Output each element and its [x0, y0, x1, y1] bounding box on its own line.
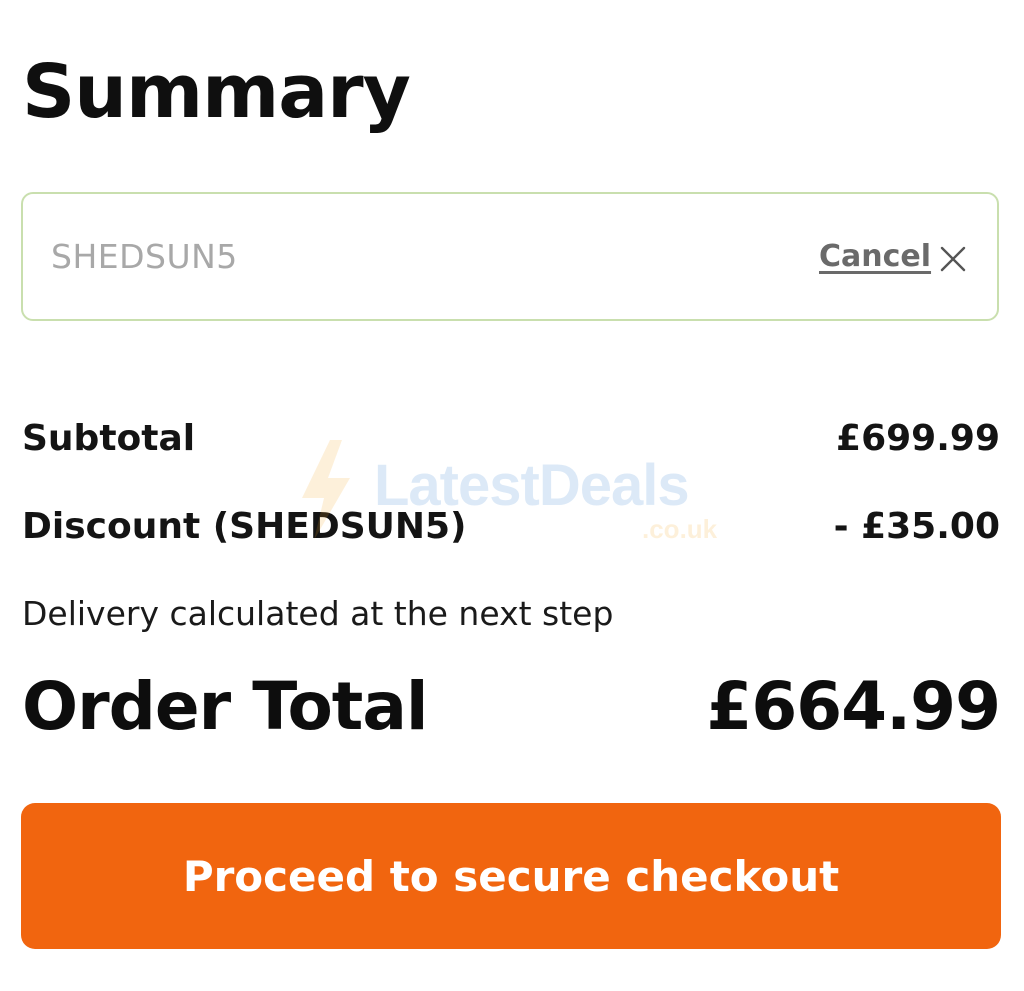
promo-code-field[interactable]: SHEDSUN5 Cancel [21, 192, 999, 321]
page-title: Summary [22, 49, 411, 135]
delivery-note: Delivery calculated at the next step [22, 594, 614, 633]
proceed-to-checkout-button[interactable]: Proceed to secure checkout [21, 803, 1001, 949]
order-total-label: Order Total [22, 668, 428, 745]
promo-code-value: SHEDSUN5 [51, 237, 238, 276]
discount-label: Discount (SHEDSUN5) [22, 506, 467, 547]
discount-value: - £35.00 [833, 506, 1000, 547]
close-icon[interactable] [939, 245, 967, 273]
discount-row: Discount (SHEDSUN5) - £35.00 [22, 506, 1000, 554]
order-total-row: Order Total £664.99 [22, 668, 1001, 758]
subtotal-value: £699.99 [836, 418, 1000, 459]
order-total-value: £664.99 [706, 668, 1001, 745]
subtotal-label: Subtotal [22, 418, 196, 459]
cancel-promo-link[interactable]: Cancel [819, 194, 931, 319]
subtotal-row: Subtotal £699.99 [22, 418, 1000, 466]
